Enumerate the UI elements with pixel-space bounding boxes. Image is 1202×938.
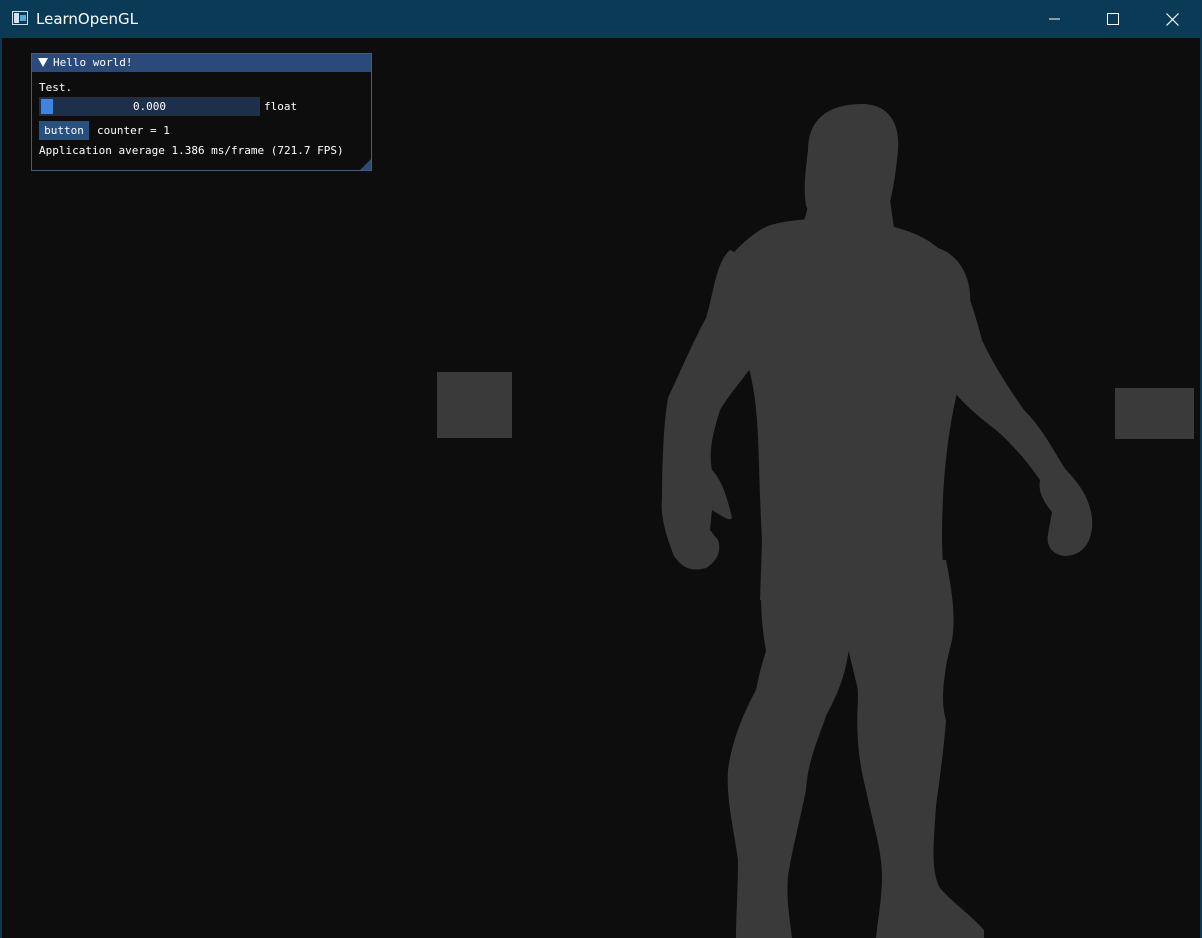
- maximize-button[interactable]: [1084, 0, 1142, 38]
- slider-label: float: [264, 100, 298, 113]
- minimize-button[interactable]: [1026, 0, 1084, 38]
- depth-cube-left: [437, 372, 512, 438]
- imgui-window[interactable]: Hello world! Test. 0.000 float button co…: [31, 53, 372, 171]
- window-title: LearnOpenGL: [36, 10, 138, 28]
- app-window-icon: [12, 11, 28, 25]
- depth-cube-right: [1115, 388, 1194, 439]
- counter-label: counter = 1: [97, 124, 170, 137]
- close-button[interactable]: [1143, 0, 1201, 38]
- minimize-icon: [1049, 18, 1060, 20]
- opengl-viewport[interactable]: [2, 38, 1200, 938]
- maximize-icon: [1107, 13, 1119, 25]
- character-silhouette: [661, 104, 1093, 938]
- float-slider[interactable]: 0.000: [39, 97, 260, 116]
- imgui-window-title: Hello world!: [53, 56, 133, 69]
- imgui-titlebar[interactable]: Hello world!: [32, 54, 371, 72]
- test-label: Test.: [39, 81, 73, 94]
- slider-value: 0.000: [132, 100, 167, 113]
- window-titlebar[interactable]: LearnOpenGL: [0, 0, 1202, 38]
- resize-grip-icon[interactable]: [360, 159, 371, 170]
- close-icon: [1165, 12, 1179, 26]
- collapse-arrow-icon[interactable]: [38, 58, 48, 67]
- fps-label: Application average 1.386 ms/frame (721.…: [39, 144, 344, 157]
- scene-render: [437, 104, 1194, 938]
- imgui-button[interactable]: button: [39, 121, 89, 140]
